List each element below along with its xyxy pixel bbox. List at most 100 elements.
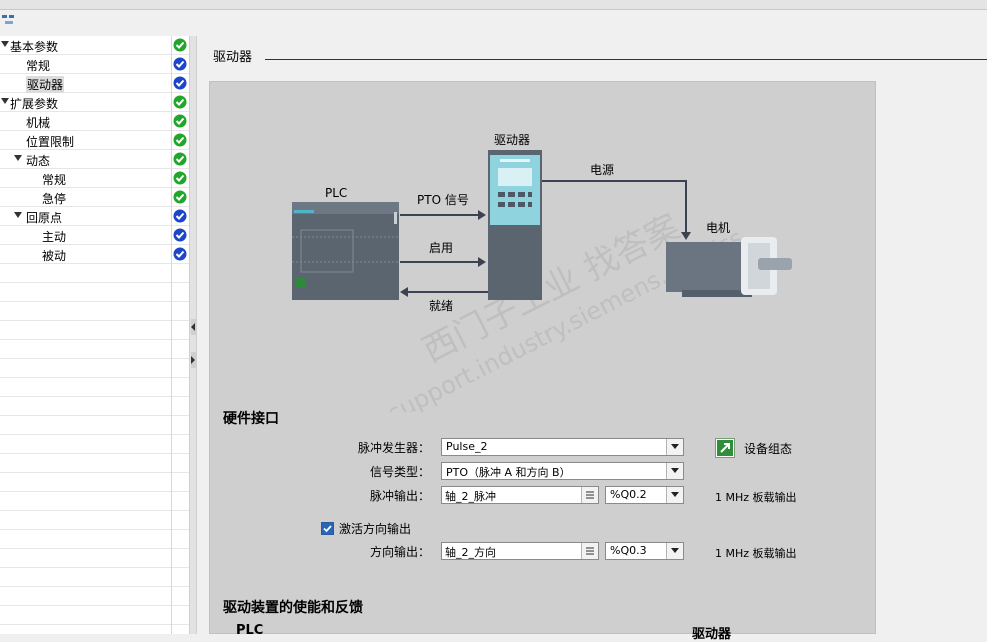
ready-label: 就绪: [429, 299, 453, 313]
direction-output-input[interactable]: 轴_2_方向: [441, 542, 599, 560]
tree-empty-row: [0, 340, 171, 359]
checkmark-icon: [322, 523, 333, 534]
tree-item[interactable]: 基本参数: [0, 36, 171, 55]
pulse-output-address-select[interactable]: %Q0.2: [605, 486, 684, 504]
status-cell: [172, 112, 189, 131]
tree-item[interactable]: 机械: [0, 112, 171, 131]
toolbar: [0, 10, 987, 36]
drive-label: 驱动器: [494, 133, 530, 147]
status-cell: [172, 359, 189, 378]
chevron-down-icon[interactable]: [666, 487, 683, 503]
direction-output-address: %Q0.3: [610, 544, 647, 557]
chevron-down-icon[interactable]: [666, 543, 683, 559]
status-cell: [172, 397, 189, 416]
status-check-icon: [173, 133, 187, 147]
tree-item[interactable]: 急停: [0, 188, 171, 207]
status-cell: [172, 226, 189, 245]
tree-item-label: 急停: [42, 192, 67, 206]
status-cell: [172, 492, 189, 511]
navigation-tree: 基本参数 常规 驱动器 扩展参数 机械 位置限制 动态 常规 急停 回原点 主动 被动: [0, 36, 171, 634]
status-cell: [172, 169, 189, 188]
tree-item[interactable]: 主动: [0, 226, 171, 245]
status-cell: [172, 245, 189, 264]
tree-empty-row: [0, 568, 171, 587]
list-icon[interactable]: [581, 487, 598, 503]
tree-item[interactable]: 驱动器: [0, 74, 171, 93]
status-cell: [172, 188, 189, 207]
status-cell: [172, 131, 189, 150]
direction-output-value: 轴_2_方向: [445, 546, 496, 559]
title-bar: [0, 0, 987, 10]
watermark: 西门子工业 找答案 support.industry.siemens.com/c…: [383, 207, 747, 412]
drive-panel: 西门子工业 找答案 support.industry.siemens.com/c…: [209, 81, 876, 642]
device-config-label[interactable]: 设备组态: [744, 440, 792, 457]
pulse-generator-label: 脉冲发生器：: [357, 441, 430, 455]
status-cell: [172, 321, 189, 340]
tree-empty-row: [0, 473, 171, 492]
status-cell: [172, 435, 189, 454]
pulse-output-input[interactable]: 轴_2_脉冲: [441, 486, 599, 504]
status-check-icon: [173, 209, 187, 223]
status-check-icon: [173, 190, 187, 204]
activate-direction-checkbox[interactable]: [321, 522, 334, 535]
title-divider: [265, 59, 987, 60]
collapse-left-button[interactable]: [191, 319, 196, 335]
enable-label: 启用: [429, 241, 453, 255]
enable-feedback-heading: 驱动装置的使能和反馈: [223, 600, 363, 616]
drive-column-heading: 驱动器: [692, 627, 732, 642]
status-check-icon: [173, 114, 187, 128]
tree-item[interactable]: 常规: [0, 169, 171, 188]
tree-empty-row: [0, 416, 171, 435]
overview-icon[interactable]: [1, 13, 17, 27]
status-check-icon: [173, 228, 187, 242]
tree-item[interactable]: 被动: [0, 245, 171, 264]
plc-label: PLC: [325, 186, 347, 200]
tree-empty-row: [0, 511, 171, 530]
tree-item[interactable]: 动态: [0, 150, 171, 169]
tree-item-label: 回原点: [26, 211, 63, 225]
expand-triangle-icon[interactable]: [14, 155, 22, 161]
motor-label: 电机: [706, 221, 730, 235]
tree-empty-row: [0, 454, 171, 473]
device-config-button[interactable]: [715, 438, 735, 458]
pulse-output-label: 脉冲输出：: [369, 489, 430, 503]
tree-empty-row: [0, 378, 171, 397]
signal-type-value: PTO（脉冲 A 和方向 B）: [446, 466, 571, 479]
signal-type-label: 信号类型：: [369, 465, 430, 479]
tree-empty-row: [0, 606, 171, 625]
status-cell: [172, 416, 189, 435]
tree-item-label: 常规: [42, 173, 67, 187]
hardware-interface-heading: 硬件接口: [223, 411, 279, 427]
status-cell: [172, 93, 189, 112]
tree-item-label: 驱动器: [26, 76, 65, 93]
list-icon[interactable]: [581, 543, 598, 559]
chevron-down-icon[interactable]: [666, 439, 683, 455]
status-cell: [172, 36, 189, 55]
status-cell: [172, 511, 189, 530]
tree-item[interactable]: 常规: [0, 55, 171, 74]
plc-column-heading: PLC: [236, 623, 264, 638]
pulse-generator-select[interactable]: Pulse_2: [441, 438, 684, 456]
expand-triangle-icon[interactable]: [1, 41, 9, 47]
tree-empty-row: [0, 283, 171, 302]
status-cell: [172, 264, 189, 283]
chevron-down-icon[interactable]: [666, 463, 683, 479]
splitter[interactable]: [189, 36, 197, 634]
tree-item[interactable]: 位置限制: [0, 131, 171, 150]
status-cell: [172, 55, 189, 74]
status-cell: [172, 587, 189, 606]
tree-empty-row: [0, 397, 171, 416]
tree-item-label: 动态: [26, 154, 51, 168]
expand-triangle-icon[interactable]: [1, 98, 9, 104]
direction-output-address-select[interactable]: %Q0.3: [605, 542, 684, 560]
expand-triangle-icon[interactable]: [14, 212, 22, 218]
status-cell: [172, 606, 189, 625]
signal-type-select[interactable]: PTO（脉冲 A 和方向 B）: [441, 462, 684, 480]
expand-right-button[interactable]: [191, 352, 196, 368]
tree-item[interactable]: 扩展参数: [0, 93, 171, 112]
status-cell: [172, 378, 189, 397]
tree-item-label: 机械: [26, 116, 51, 130]
tree-item-label: 主动: [42, 230, 67, 244]
tree-item-label: 被动: [42, 249, 67, 263]
tree-item[interactable]: 回原点: [0, 207, 171, 226]
